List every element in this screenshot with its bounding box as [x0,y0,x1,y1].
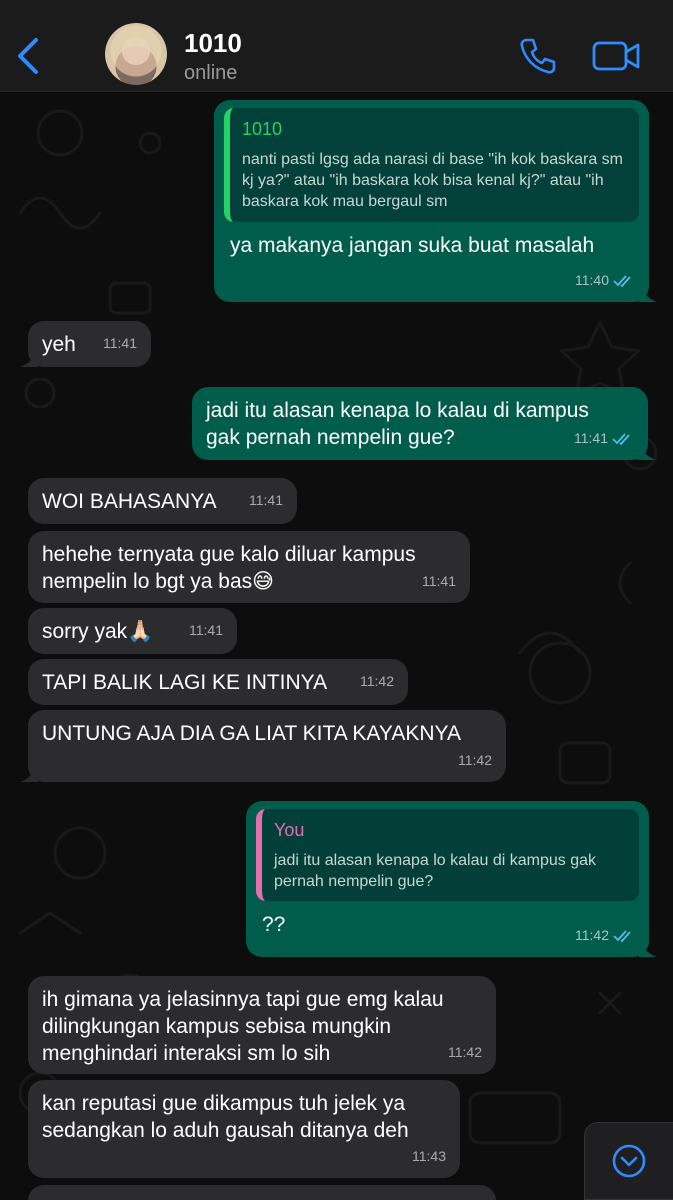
message-bubble-outgoing[interactable]: You jadi itu alasan kenapa lo kalau di k… [246,801,657,957]
message-text: sorry yak🙏🏻 [42,620,154,643]
message-text: hehehe ternyata gue kalo diluar kampus n… [42,543,416,593]
message-text: jadi itu alasan kenapa lo kalau di kampu… [206,399,589,449]
message-bubble-outgoing[interactable]: 1010 nanti pasti lgsg ada narasi di base… [214,100,657,302]
contact-status: online [184,62,238,84]
message-time: 11:43 [412,1148,446,1164]
quote-author: You [274,820,305,840]
message-meta: 11:42 [575,922,635,949]
message-bubble-incoming[interactable]: ih gimana ya jelasinnya tapi gue emg kal… [28,976,496,1074]
quoted-message[interactable]: 1010 nanti pasti lgsg ada narasi di base… [224,108,639,222]
read-ticks-icon [612,432,630,445]
message-bubble-incoming[interactable]: WOI BAHASANYA 11:41 [28,478,297,524]
quote-text: jadi itu alasan kenapa lo kalau di kampu… [274,852,596,890]
bubble-tail [639,939,657,957]
message-meta: 11:41 [574,425,634,452]
chevron-left-icon[interactable] [14,36,42,76]
message-bubble-incoming[interactable]: UNTUNG AJA DIA GA LIAT KITA KAYAKNYA 11:… [20,710,506,782]
message-time: 11:41 [249,492,283,508]
message-time: 11:41 [189,622,223,638]
message-meta: 11:40 [575,267,635,294]
scroll-to-bottom-button[interactable] [584,1122,673,1200]
message-text: TAPI BALIK LAGI KE INTINYA [42,671,328,694]
message-text: kan reputasi gue dikampus tuh jelek ya s… [42,1092,409,1142]
read-ticks-icon [613,929,631,942]
avatar[interactable] [105,23,167,85]
message-bubble-incoming-partial[interactable] [28,1185,496,1200]
quote-author: 1010 [242,119,283,139]
bubble-tail [639,284,657,302]
message-text: UNTUNG AJA DIA GA LIAT KITA KAYAKNYA [42,722,461,745]
message-text: ih gimana ya jelasinnya tapi gue emg kal… [42,988,444,1065]
message-time: 11:42 [575,927,609,943]
message-bubble-incoming[interactable]: kan reputasi gue dikampus tuh jelek ya s… [28,1080,460,1178]
message-time: 11:42 [448,1044,482,1060]
message-time: 11:41 [422,573,456,589]
message-time: 11:42 [360,673,394,689]
contact-name[interactable]: 1010 [184,28,242,59]
message-bubble-incoming[interactable]: yeh 11:41 [20,321,151,367]
phone-icon[interactable] [518,36,558,76]
chevron-down-circle-icon [612,1144,646,1178]
read-ticks-icon [613,274,631,287]
message-bubble-incoming[interactable]: hehehe ternyata gue kalo diluar kampus n… [28,531,470,603]
message-time: 11:42 [458,752,492,768]
video-camera-icon[interactable] [592,40,640,72]
bubble-tail [638,442,656,460]
chat-area[interactable]: 1010 nanti pasti lgsg ada narasi di base… [0,93,673,1200]
message-text: ya makanya jangan suka buat masalah [230,234,595,257]
quoted-message[interactable]: You jadi itu alasan kenapa lo kalau di k… [256,809,639,901]
message-time: 11:40 [575,272,609,288]
message-time: 11:41 [574,430,608,446]
message-bubble-outgoing[interactable]: jadi itu alasan kenapa lo kalau di kampu… [192,387,656,460]
chat-header: 1010 online [0,0,673,92]
bubble-tail [20,764,38,782]
message-bubble-incoming[interactable]: TAPI BALIK LAGI KE INTINYA 11:42 [28,659,408,705]
message-text: yeh [42,333,76,356]
message-bubble-incoming[interactable]: sorry yak🙏🏻 11:41 [28,608,237,654]
bubble-tail [20,349,38,367]
message-text: WOI BAHASANYA [42,490,217,513]
message-time: 11:41 [103,335,137,351]
quote-text: nanti pasti lgsg ada narasi di base "ih … [242,151,623,210]
